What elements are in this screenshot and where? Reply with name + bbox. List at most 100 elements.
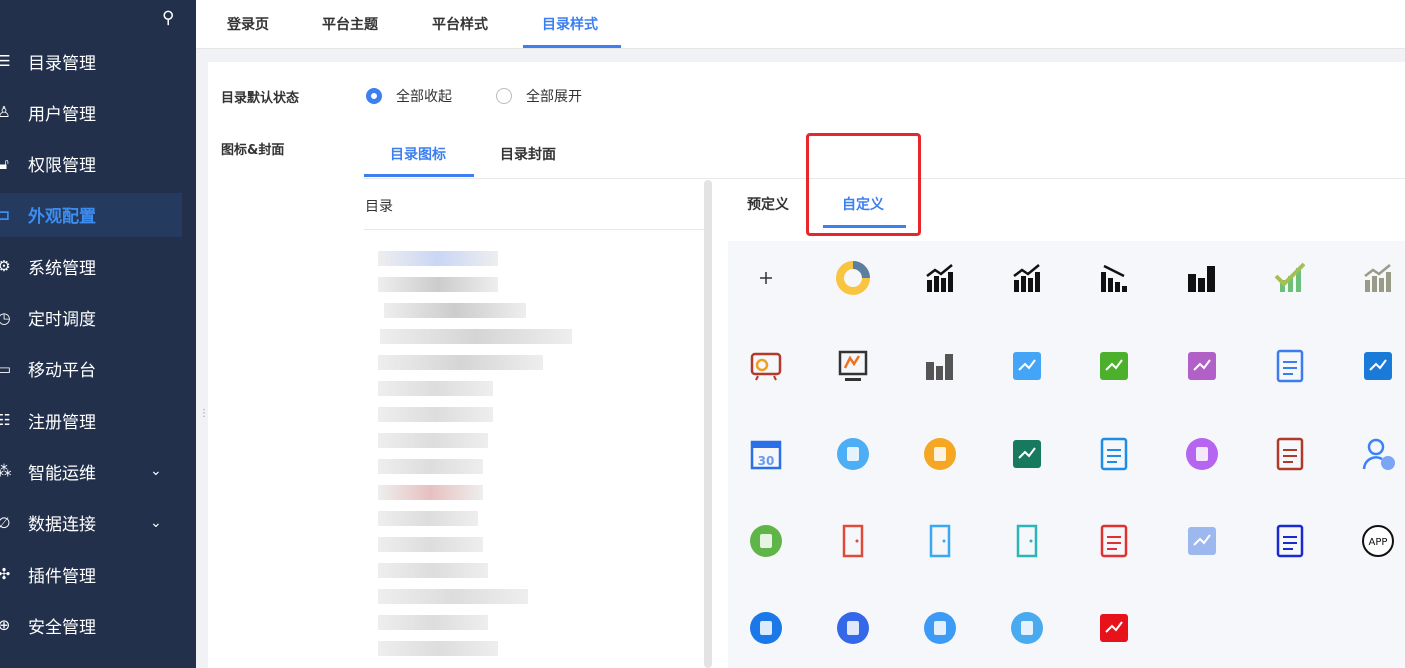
sidebar-item[interactable]: ⚙ 系统管理 (0, 244, 182, 288)
tab-platform-style[interactable]: 平台样式 (432, 14, 488, 34)
check-chart-icon[interactable] (1270, 258, 1310, 298)
tree-item[interactable] (378, 537, 483, 552)
tab-predefined[interactable]: 预定义 (747, 194, 789, 214)
resize-handle[interactable]: ⋮ (199, 408, 209, 419)
document-icon[interactable] (1270, 346, 1310, 386)
sidebar-item[interactable]: ∅ 数据连接 ⌄ (0, 501, 182, 545)
android-icon[interactable] (746, 521, 786, 561)
tab-catalog-style[interactable]: 目录样式 (542, 14, 598, 34)
tab-platform-theme[interactable]: 平台主题 (322, 14, 378, 34)
tree-item[interactable] (378, 355, 543, 370)
growth-chart-icon[interactable] (1358, 258, 1398, 298)
shield-icon: ⊕ (0, 616, 11, 635)
sidebar-item-label: 用户管理 (28, 104, 96, 125)
chevron-down-icon[interactable]: ⌄ (150, 515, 162, 531)
radio-unchecked[interactable] (496, 88, 512, 104)
user-list-icon[interactable] (1094, 434, 1134, 474)
open-door-icon[interactable] (920, 521, 960, 561)
register-icon: ☷ (0, 411, 11, 430)
donut-chart-icon[interactable] (833, 258, 873, 298)
clipboard-chart-icon[interactable] (920, 434, 960, 474)
tab-catalog-icon[interactable]: 目录图标 (390, 144, 446, 164)
sidebar-item-label: 权限管理 (28, 156, 96, 177)
red-door-icon[interactable] (833, 521, 873, 561)
gear-icon: ⚙ (0, 257, 11, 276)
tree-item[interactable] (378, 277, 498, 292)
trend-down-icon[interactable] (1094, 258, 1134, 298)
purple-chart-icon[interactable] (1182, 346, 1222, 386)
default-state-label: 目录默认状态 (221, 91, 300, 106)
tab-catalog-cover[interactable]: 目录封面 (500, 144, 556, 164)
sidebar-item[interactable]: ✣ 插件管理 (0, 552, 182, 596)
sidebar-item-label: 插件管理 (28, 566, 96, 587)
chevron-down-icon[interactable]: ⌄ (150, 463, 162, 479)
sidebar-item-label: 外观配置 (28, 207, 96, 228)
column-chart-icon[interactable] (920, 346, 960, 386)
tree-item[interactable] (378, 407, 493, 422)
add-icon[interactable] (746, 258, 786, 298)
user-icon: ♙ (0, 103, 11, 122)
sidebar-item[interactable]: ☷ 注册管理 (0, 398, 182, 442)
tree-item[interactable] (378, 563, 488, 578)
active-tab-indicator (523, 45, 621, 48)
contact-card-icon[interactable] (1007, 434, 1047, 474)
light-door-icon[interactable] (746, 608, 786, 648)
timer-icon: ◷ (0, 308, 11, 327)
screen-check-icon[interactable] (920, 608, 960, 648)
user-frame-icon[interactable] (1270, 434, 1310, 474)
sidebar-item[interactable]: 🔓︎ 权限管理 (0, 142, 182, 186)
tree-item[interactable] (378, 641, 498, 656)
sidebar-item[interactable]: ◷ 定时调度 (0, 296, 182, 340)
radio-expand-all[interactable]: 全部展开 (496, 86, 582, 106)
line-bar-chart-icon[interactable] (920, 258, 960, 298)
monitor-chart-icon[interactable] (833, 346, 873, 386)
tree-item[interactable] (378, 433, 488, 448)
calendar-icon[interactable]: 30 (746, 434, 786, 474)
tree-item[interactable] (378, 459, 483, 474)
pin-icon[interactable]: ⚲ (162, 8, 174, 28)
radio-checked[interactable] (366, 88, 382, 104)
green-report-icon[interactable] (1094, 346, 1134, 386)
tree-header: 目录 (365, 199, 393, 215)
user-stats-icon[interactable] (1358, 434, 1398, 474)
sidebar-item[interactable]: ⊕ 安全管理 (0, 603, 182, 647)
tree-item[interactable] (378, 589, 528, 604)
door-circle-icon[interactable] (1007, 608, 1047, 648)
sidebar-item-label: 目录管理 (28, 53, 96, 74)
tree-item[interactable] (384, 303, 526, 318)
list-icon: ☰ (0, 52, 11, 70)
tree-item[interactable] (378, 511, 478, 526)
teal-door-icon[interactable] (1007, 521, 1047, 561)
paint-roller-icon: ⊐ (0, 205, 11, 224)
lock-door-icon[interactable] (1270, 521, 1310, 561)
scrollbar[interactable] (704, 180, 712, 668)
id-card-icon[interactable] (1182, 521, 1222, 561)
plugin-icon: ✣ (0, 565, 11, 583)
store-icon[interactable] (833, 608, 873, 648)
sidebar-item[interactable]: ♙ 用户管理 (0, 90, 182, 134)
sidebar-item[interactable]: ⊐ 外观配置 (0, 192, 182, 237)
pie-circle-icon[interactable] (833, 434, 873, 474)
tree-item[interactable] (378, 251, 498, 266)
sidebar-item-label: 安全管理 (28, 617, 96, 638)
bar-chart-icon[interactable] (1182, 258, 1222, 298)
tree-item[interactable] (378, 615, 488, 630)
app-icon[interactable]: APP (1358, 521, 1398, 561)
trend-up-icon[interactable] (1007, 258, 1047, 298)
tab-login-page[interactable]: 登录页 (227, 14, 269, 34)
sidebar-item[interactable]: ☰ 目录管理 (0, 39, 182, 83)
sidebar-item[interactable]: ⁂ 智能运维 ⌄ (0, 449, 182, 493)
highlight-annotation (806, 133, 921, 236)
tree-item[interactable] (380, 329, 572, 344)
radio-collapse-all[interactable]: 全部收起 (366, 86, 452, 106)
sidebar-item[interactable]: ▭ 移动平台 (0, 347, 182, 391)
sidebar-item-label: 定时调度 (28, 310, 96, 330)
blue-chart-icon[interactable] (1358, 346, 1398, 386)
search-store-icon[interactable] (1094, 521, 1134, 561)
tool-board-icon[interactable] (1007, 346, 1047, 386)
tree-item[interactable] (378, 485, 483, 500)
user-avatar-icon[interactable] (1182, 434, 1222, 474)
cube-icon[interactable] (1094, 608, 1134, 648)
tree-item[interactable] (378, 381, 493, 396)
presentation-icon[interactable] (746, 346, 786, 386)
